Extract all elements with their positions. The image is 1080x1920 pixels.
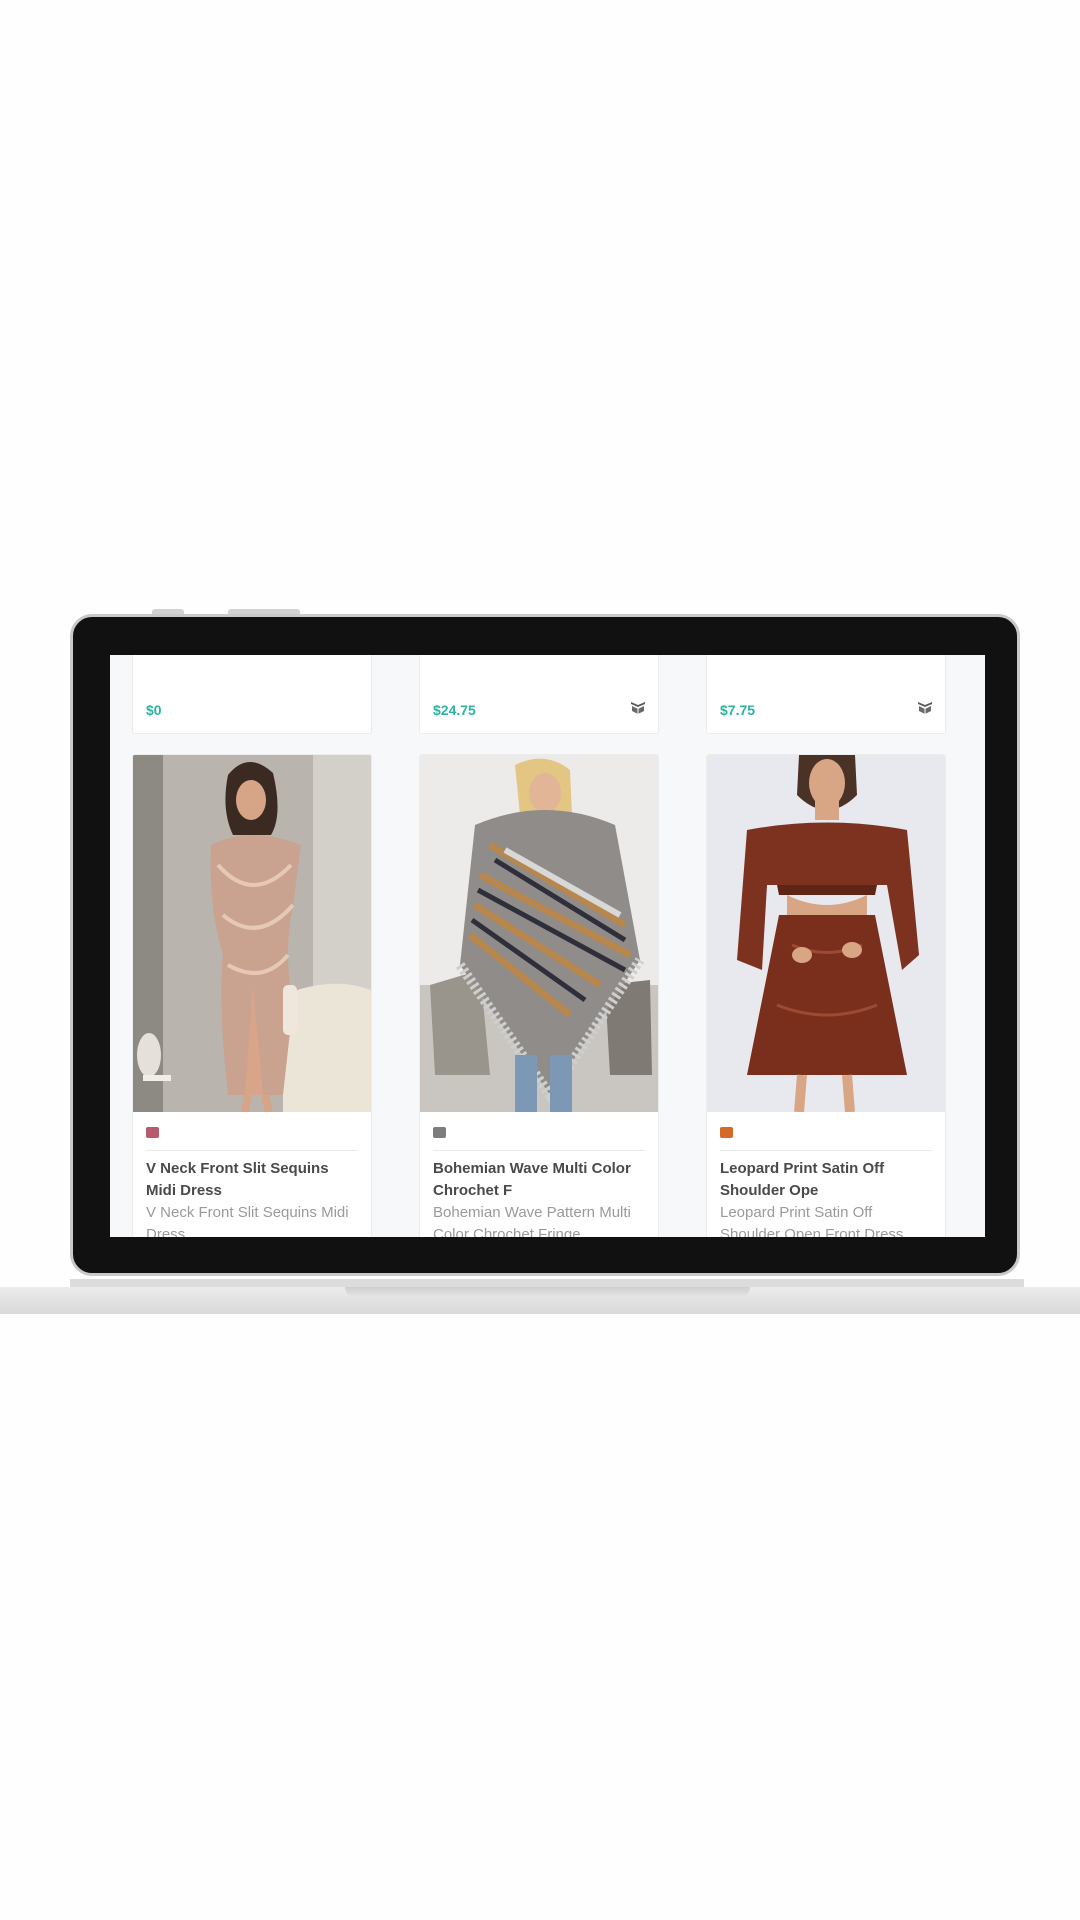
product-image-satin-dress[interactable] [707,755,945,1112]
product-title[interactable]: Bohemian Wave Multi Color Chrochet F [433,1158,646,1202]
product-card-partial[interactable]: $24.75 [419,655,659,734]
product-card[interactable]: Leopard Print Satin Off Shoulder Ope Leo… [706,754,946,1237]
product-price: $24.75 [433,702,476,718]
divider [433,1150,645,1151]
product-image-poncho[interactable] [420,755,658,1112]
product-description: V Neck Front Slit Sequins Midi Dress [146,1204,349,1237]
product-price: $7.75 [720,702,756,718]
cart-icon[interactable] [917,699,933,715]
product-card[interactable]: Bohemian Wave Multi Color Chrochet F Boh… [419,754,659,1237]
product-description: Leopard Print Satin Off Shoulder Open Fr… [720,1204,904,1237]
product-card[interactable]: V Neck Front Slit Sequins Midi Dress V N… [132,754,372,1237]
color-swatch[interactable] [720,1127,733,1138]
cart-icon[interactable] [630,699,646,715]
color-swatch[interactable] [433,1127,446,1138]
product-title[interactable]: V Neck Front Slit Sequins Midi Dress [146,1158,359,1202]
product-price: $0 [146,702,162,718]
laptop-mockup: $0 $24.75 $7.75 V Neck Front Slit Sequin… [0,0,1080,1920]
product-card-partial[interactable]: $0 [132,655,372,734]
product-card-partial[interactable]: $7.75 [706,655,946,734]
color-swatch[interactable] [146,1127,159,1138]
divider [720,1150,932,1151]
product-title[interactable]: Leopard Print Satin Off Shoulder Ope [720,1158,933,1202]
laptop-base-notch [345,1287,750,1298]
screen: $0 $24.75 $7.75 V Neck Front Slit Sequin… [110,655,985,1237]
divider [146,1150,358,1151]
product-image-sequin-dress[interactable] [133,755,371,1112]
product-description: Bohemian Wave Pattern Multi Color Chroch… [433,1204,631,1237]
